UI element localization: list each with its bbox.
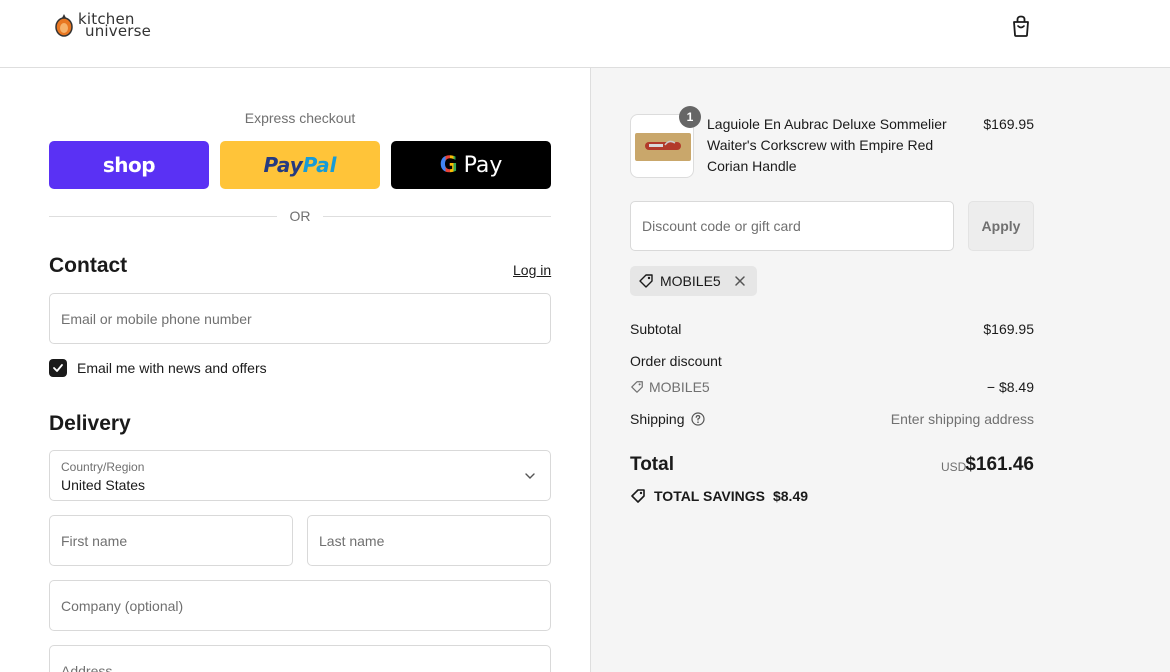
product-name: Laguiole En Aubrac Deluxe Sommelier Wait… [707, 116, 947, 174]
corkscrew-image [635, 133, 691, 161]
shopping-bag-icon[interactable] [1010, 14, 1032, 38]
last-name-field[interactable] [308, 516, 550, 565]
address-field[interactable] [50, 646, 550, 672]
google-pay-button[interactable]: G Pay [391, 141, 551, 189]
applied-code-label: MOBILE5 [660, 273, 721, 289]
paypal-button[interactable]: Pay Pal [220, 141, 380, 189]
order-discount-row: Order discount [630, 353, 1034, 369]
total-value: $161.46 [965, 454, 1034, 475]
corkscrew-icon [645, 140, 681, 150]
shop-pay-label: shop [102, 153, 156, 177]
checkout-form: Express checkout shop Pay Pal G Pay OR Co… [0, 68, 590, 672]
address-wrapper [49, 645, 551, 672]
contact-heading: Contact [49, 254, 128, 277]
shipping-label-group: Shipping [630, 411, 705, 427]
delivery-heading: Delivery [49, 412, 131, 435]
discount-field-wrapper [630, 201, 954, 251]
product-price: $169.95 [983, 116, 1034, 132]
quantity-badge: 1 [679, 106, 701, 128]
divider-line-right [323, 216, 551, 217]
subtotal-label: Subtotal [630, 321, 682, 337]
subtotal-value: $169.95 [983, 321, 1034, 337]
discount-value: − $8.49 [986, 379, 1034, 395]
first-name-field[interactable] [50, 516, 292, 565]
site-header: kitchen universe [0, 0, 1170, 68]
country-value: United States [61, 477, 146, 493]
express-checkout-label: Express checkout [244, 110, 356, 126]
google-g-icon: G [439, 152, 458, 178]
discount-code-line: MOBILE5 [630, 379, 710, 395]
shipping-row: Shipping Enter shipping address [630, 411, 1034, 427]
country-label: Country/Region [61, 460, 145, 474]
email-field-wrapper [49, 293, 551, 344]
logo-line2: universe [85, 22, 152, 40]
help-icon[interactable] [690, 412, 705, 426]
discount-code-field[interactable] [631, 202, 953, 250]
country-select[interactable]: Country/Region United States [49, 450, 551, 501]
store-logo[interactable]: kitchen universe [54, 12, 152, 40]
company-field[interactable] [50, 581, 550, 630]
savings-tag-icon [631, 489, 645, 503]
newsletter-checkbox[interactable] [49, 359, 67, 377]
apply-discount-button[interactable]: Apply [968, 201, 1034, 251]
order-summary: 1 Laguiole En Aubrac Deluxe Sommelier Wa… [590, 68, 1170, 672]
logo-wordmark: kitchen universe [78, 12, 152, 40]
shipping-value: Enter shipping address [890, 411, 1034, 427]
tag-icon [639, 274, 653, 288]
remove-discount-icon[interactable] [733, 274, 747, 288]
subtotal-row: Subtotal $169.95 [630, 321, 1034, 337]
applied-discount-chip: MOBILE5 [630, 266, 757, 296]
shipping-label: Shipping [630, 411, 685, 427]
first-name-wrapper [49, 515, 293, 566]
discount-code-name: MOBILE5 [649, 379, 710, 395]
company-wrapper [49, 580, 551, 631]
last-name-wrapper [307, 515, 551, 566]
or-divider: OR [49, 208, 551, 226]
paypal-label-part2: Pal [302, 153, 337, 177]
email-field[interactable] [50, 294, 550, 343]
newsletter-label: Email me with news and offers [77, 360, 267, 376]
total-label: Total [630, 454, 674, 475]
discount-code-row: MOBILE5 − $8.49 [630, 379, 1034, 397]
order-discount-label: Order discount [630, 353, 722, 369]
tag-icon [631, 381, 643, 393]
shop-pay-button[interactable]: shop [49, 141, 209, 189]
paypal-label-part1: Pay [263, 153, 303, 177]
egg-logo-icon [55, 14, 73, 37]
log-in-link[interactable]: Log in [513, 262, 551, 278]
checkmark-icon [53, 364, 63, 372]
total-savings: TOTAL SAVINGS $8.49 [630, 488, 808, 504]
newsletter-option[interactable]: Email me with news and offers [49, 359, 267, 377]
savings-label: TOTAL SAVINGS [654, 488, 765, 504]
google-pay-label: Pay [463, 152, 503, 178]
chevron-down-icon [525, 473, 535, 479]
savings-value: $8.49 [772, 488, 809, 504]
